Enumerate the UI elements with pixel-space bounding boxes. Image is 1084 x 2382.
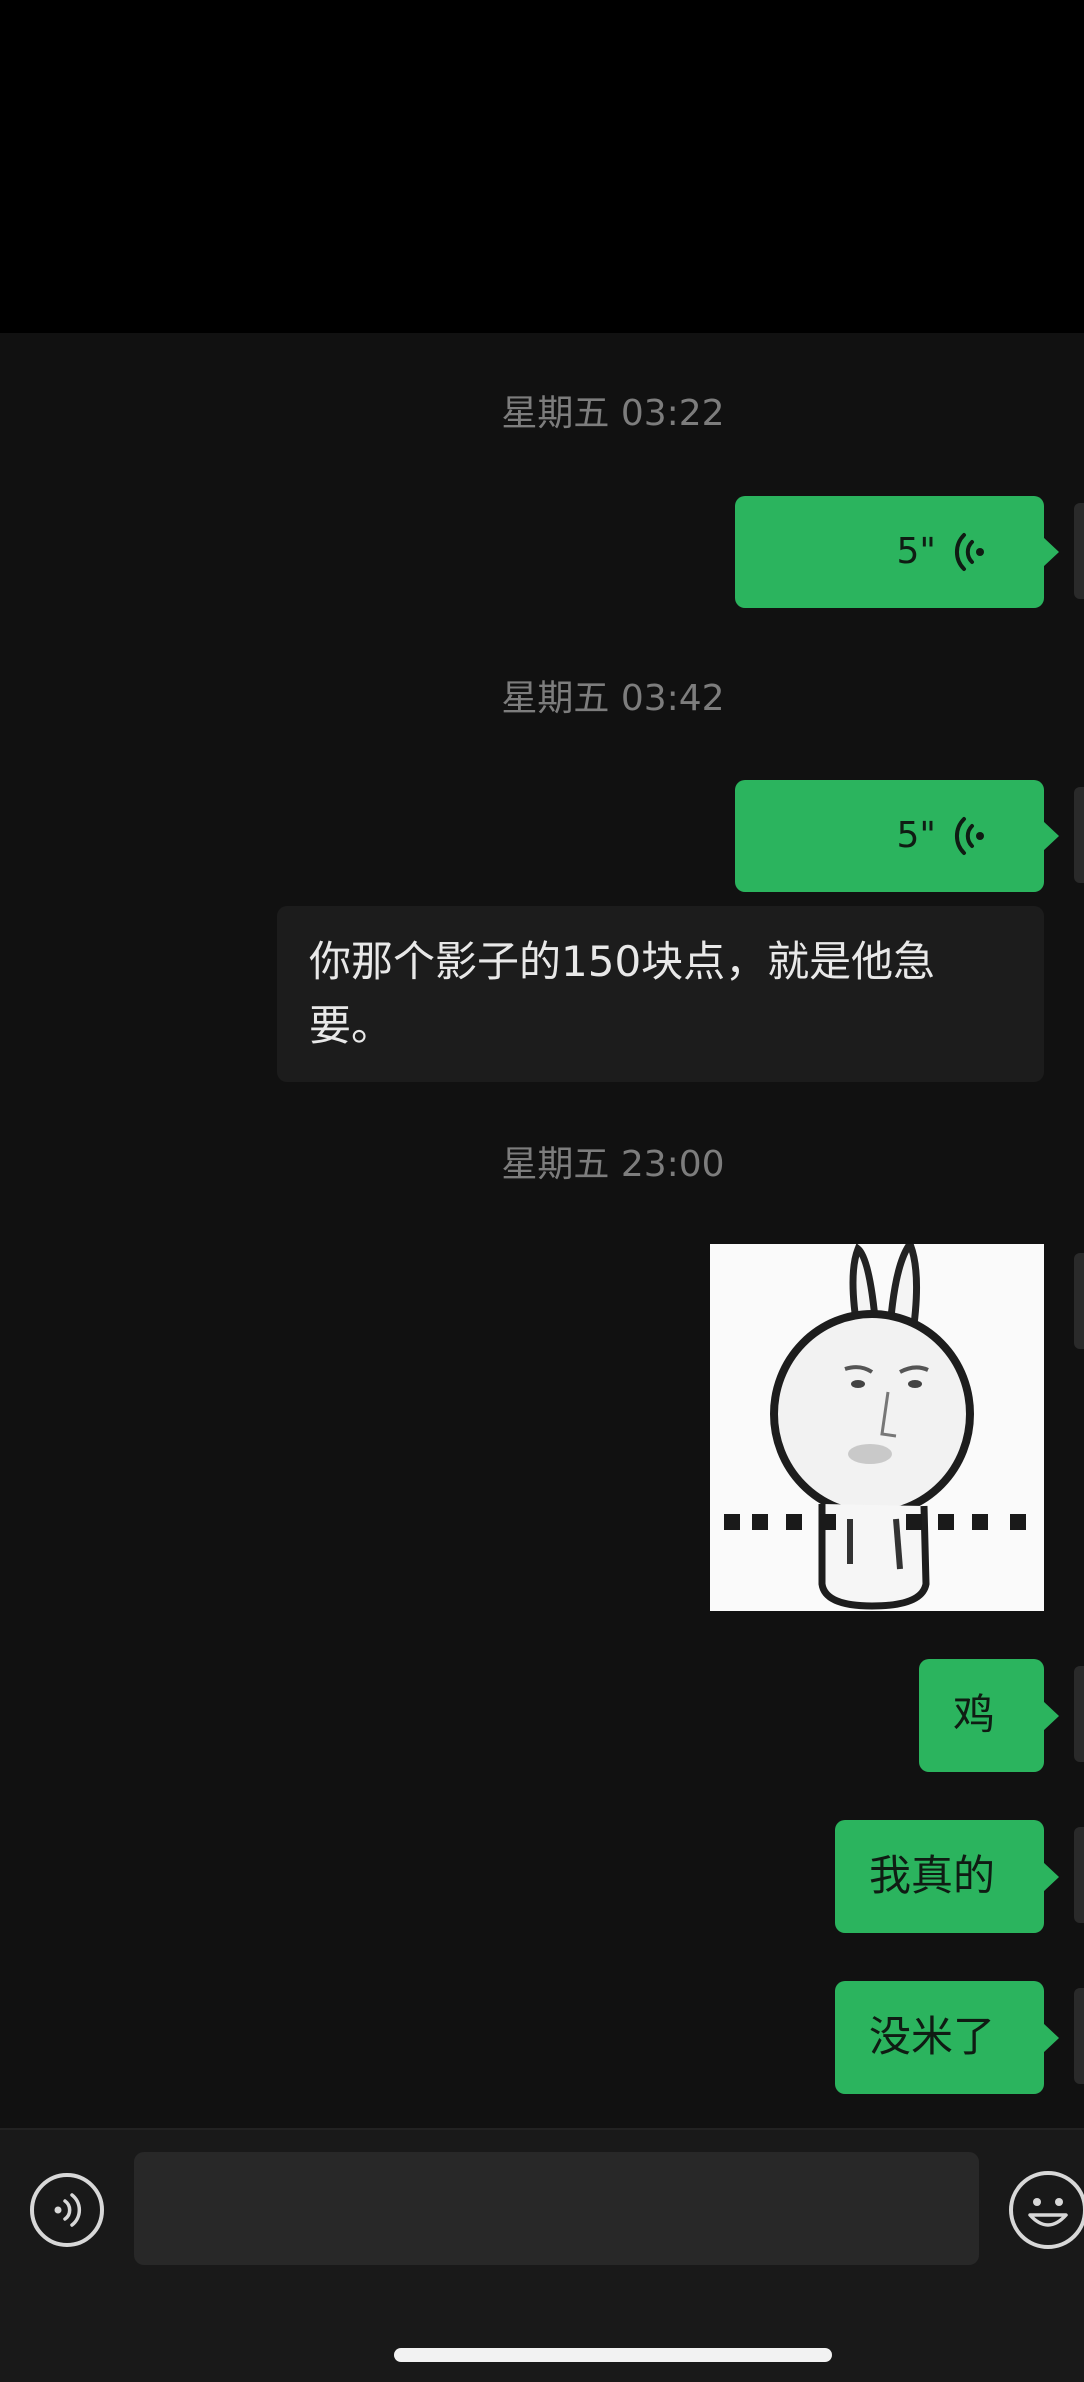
avatar[interactable] — [1074, 1253, 1084, 1349]
message-input[interactable] — [134, 2152, 979, 2265]
avatar[interactable] — [1074, 1666, 1084, 1762]
voice-input-button[interactable] — [30, 2173, 104, 2247]
rabbit-sticker-drawing — [710, 1244, 1044, 1611]
avatar[interactable] — [1074, 1988, 1084, 2084]
input-toolbar — [0, 2128, 1084, 2382]
timestamp: 星期五 03:22 — [501, 393, 725, 434]
voice-message-bubble[interactable]: 5" — [735, 780, 1059, 892]
status-bar-area — [0, 0, 1084, 333]
home-indicator[interactable] — [394, 2348, 832, 2362]
avatar[interactable] — [1074, 503, 1084, 599]
voice-wave-icon — [954, 817, 984, 855]
voice-duration: 5" — [896, 531, 936, 572]
avatar[interactable] — [1074, 787, 1084, 883]
voice-input-icon — [54, 2193, 82, 2227]
timestamp: 星期五 03:42 — [501, 678, 725, 719]
sent-message-bubble[interactable]: 鸡 — [919, 1659, 1059, 1772]
timestamp: 星期五 23:00 — [501, 1144, 725, 1185]
voice-message-bubble[interactable]: 5" — [735, 496, 1059, 608]
emoji-icon — [1028, 2198, 1068, 2227]
emoji-button[interactable] — [1009, 2171, 1084, 2249]
rabbit-sticker-image[interactable] — [710, 1244, 1044, 1611]
chat-message-list[interactable]: 星期五 03:22 5" 星期五 03:42 5" 你那个影子的150块点，就是… — [0, 333, 1084, 2128]
voice-duration: 5" — [896, 815, 936, 856]
voice-wave-icon — [954, 533, 984, 571]
received-message-bubble[interactable]: 你那个影子的150块点，就是他急要。 — [277, 906, 1044, 1082]
sent-message-bubble[interactable]: 没米了 — [835, 1981, 1059, 2094]
sent-message-bubble[interactable]: 我真的 — [835, 1820, 1059, 1933]
avatar[interactable] — [1074, 1827, 1084, 1923]
